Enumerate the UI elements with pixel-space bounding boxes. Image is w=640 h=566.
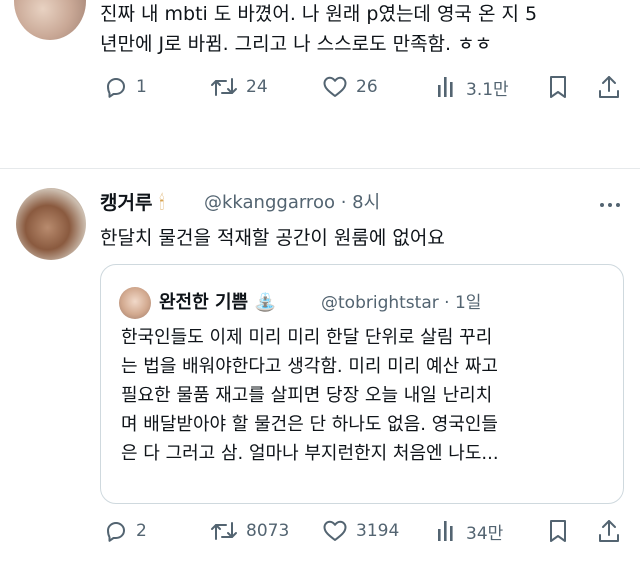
tweet-text-line: 년만에 J로 바뀜. 그리고 나 스스로도 만족함. ㅎㅎ bbox=[100, 33, 493, 55]
retweet-icon bbox=[211, 78, 237, 96]
view-count: 3.1만 bbox=[466, 79, 509, 100]
like-button[interactable]: 3194 bbox=[322, 514, 399, 548]
share-button[interactable] bbox=[597, 514, 621, 548]
like-button[interactable]: 26 bbox=[322, 70, 378, 104]
share-button[interactable] bbox=[597, 70, 621, 104]
more-icon bbox=[600, 203, 620, 207]
reply-button[interactable]: 2 bbox=[104, 514, 147, 548]
author-name-text: 캥거루 bbox=[100, 192, 153, 214]
avatar[interactable] bbox=[14, 0, 86, 40]
quote-text-line: 은 다 그러고 삼. 얼마나 부지런한지 처음엔 나도... bbox=[121, 443, 499, 464]
bookmark-icon bbox=[550, 76, 566, 98]
tweet-divider bbox=[0, 168, 640, 169]
author-handle-time[interactable]: @kkanggarroo · 8시 bbox=[204, 190, 380, 216]
like-count: 3194 bbox=[356, 521, 400, 541]
tweet-text-line: 진짜 내 mbti 도 바꼈어. 나 원래 p였는데 영국 온 지 5 bbox=[100, 3, 538, 25]
retweet-icon bbox=[211, 522, 237, 540]
view-count: 34만 bbox=[466, 523, 504, 544]
bookmark-icon bbox=[550, 520, 566, 542]
reply-icon bbox=[107, 522, 125, 542]
views-button[interactable]: 3.1만 bbox=[436, 70, 509, 104]
reply-count: 1 bbox=[136, 77, 147, 97]
tweet-actions: 1 24 26 3.1만 bbox=[0, 70, 640, 104]
share-icon bbox=[599, 520, 619, 542]
bookmark-button[interactable] bbox=[547, 70, 569, 104]
tweet-text: 한달치 물건을 적재할 공간이 원룸에 없어요 bbox=[100, 227, 445, 249]
quote-author-name: 완전한 기쁨 ⛲ bbox=[159, 290, 277, 316]
author-emoji: 🕯 bbox=[159, 192, 165, 214]
avatar[interactable] bbox=[16, 188, 86, 260]
retweet-count: 8073 bbox=[246, 521, 290, 541]
tweet-actions: 2 8073 3194 34만 bbox=[0, 514, 640, 548]
bookmark-button[interactable] bbox=[547, 514, 569, 548]
like-count: 26 bbox=[356, 77, 378, 97]
retweet-count: 24 bbox=[246, 77, 268, 97]
reply-icon bbox=[107, 78, 125, 98]
like-icon bbox=[323, 76, 347, 97]
quote-author-handle-time: @tobrightstar · 1일 bbox=[321, 293, 482, 313]
quote-avatar bbox=[119, 287, 151, 319]
retweet-button[interactable]: 24 bbox=[210, 70, 268, 104]
quote-text-line: 한국인들도 이제 미리 미리 한달 단위로 살림 꾸리 bbox=[121, 327, 493, 348]
quote-author-emoji: ⛲ bbox=[254, 292, 277, 313]
quote-text-line: 며 배달받아야 할 물건은 단 하나도 없음. 영국인들 bbox=[121, 414, 498, 435]
quote-text-line: 필요한 물품 재고를 살피면 당장 오늘 내일 난리치 bbox=[121, 385, 493, 406]
like-icon bbox=[323, 520, 347, 541]
views-icon bbox=[438, 521, 453, 541]
retweet-button[interactable]: 8073 bbox=[210, 514, 289, 548]
quote-author-name-text: 완전한 기쁨 bbox=[159, 292, 249, 313]
reply-button[interactable]: 1 bbox=[104, 70, 147, 104]
author-name[interactable]: 캥거루 🕯 bbox=[100, 190, 164, 216]
views-button[interactable]: 34만 bbox=[436, 514, 503, 548]
quote-text-line: 는 법을 배워야한다고 생각함. 미리 미리 예산 짜고 bbox=[121, 356, 498, 377]
reply-count: 2 bbox=[136, 521, 147, 541]
quote-tweet[interactable]: 완전한 기쁨 ⛲ @tobrightstar · 1일 한국인들도 이제 미리 … bbox=[100, 264, 624, 504]
views-icon bbox=[438, 77, 453, 97]
share-icon bbox=[599, 76, 619, 98]
more-button[interactable] bbox=[598, 196, 622, 215]
